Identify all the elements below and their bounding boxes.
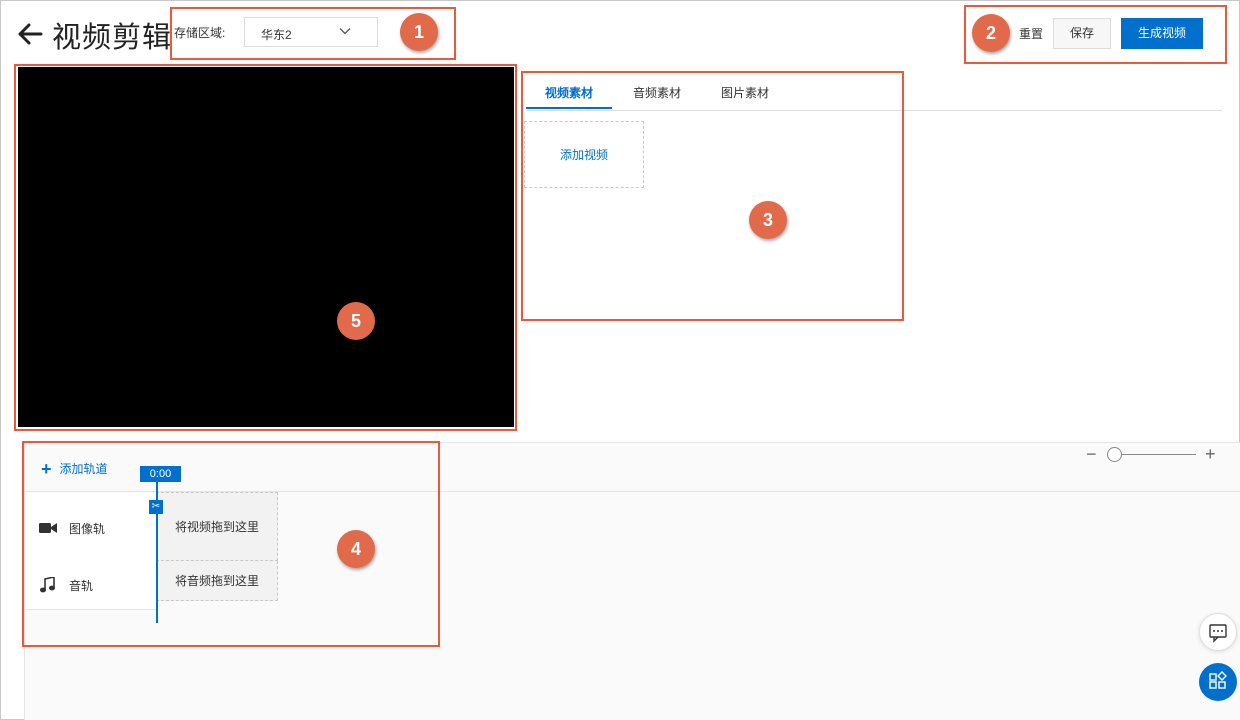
back-arrow-icon[interactable] — [16, 20, 44, 48]
zoom-slider-handle[interactable] — [1107, 447, 1122, 462]
apps-grid-icon — [1209, 671, 1227, 689]
page-title: 视频剪辑 — [52, 22, 173, 54]
annotation-box-4 — [22, 441, 440, 647]
annotation-badge-5: 5 — [337, 302, 375, 340]
feedback-button[interactable] — [1199, 613, 1237, 651]
chat-bubble-icon — [1209, 624, 1227, 643]
annotation-badge-4: 4 — [337, 530, 375, 568]
annotation-box-3 — [521, 71, 904, 321]
annotation-badge-2: 2 — [972, 14, 1010, 52]
annotation-badge-1: 1 — [400, 13, 438, 51]
zoom-in-icon[interactable]: + — [1205, 444, 1216, 465]
apps-button[interactable] — [1199, 663, 1237, 701]
annotation-box-5 — [14, 64, 517, 431]
zoom-out-icon[interactable]: − — [1086, 444, 1097, 465]
annotation-badge-3: 3 — [749, 201, 787, 239]
